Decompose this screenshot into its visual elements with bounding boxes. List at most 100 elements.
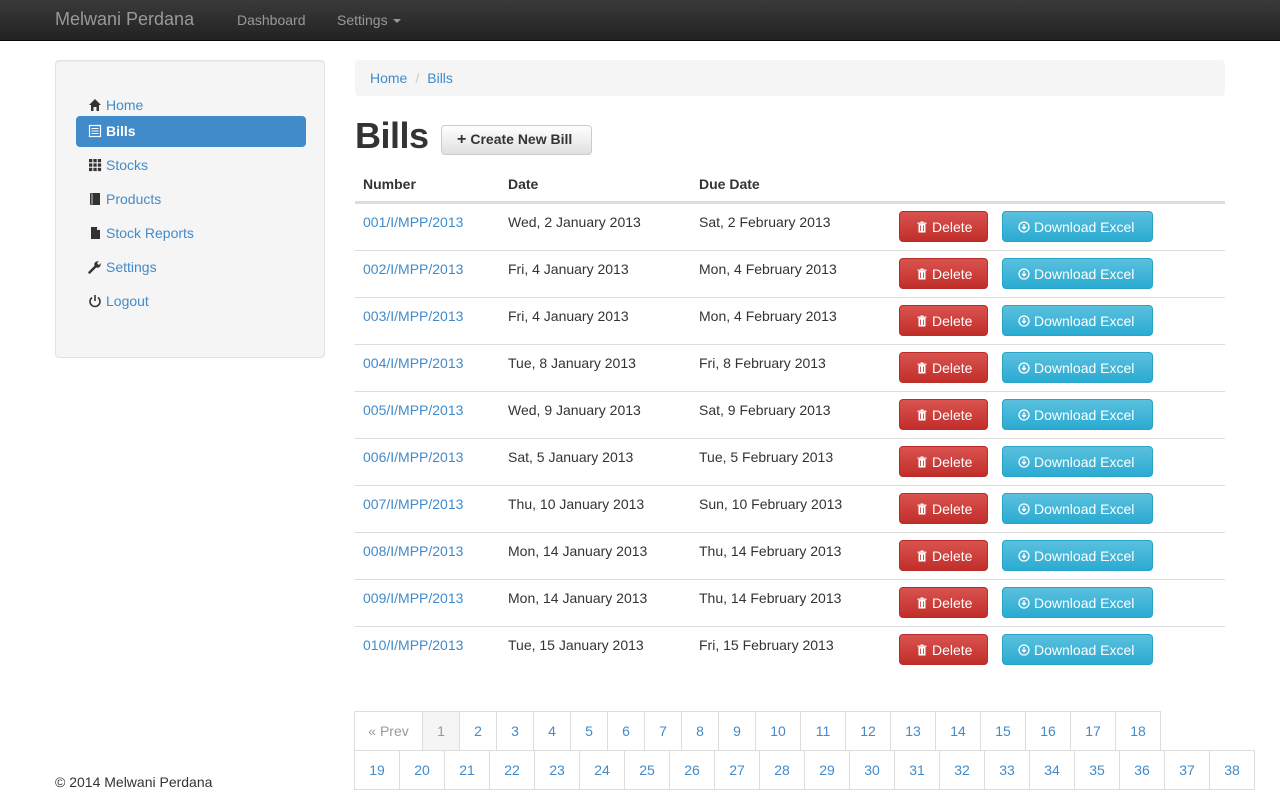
bill-number-link[interactable]: 007/I/MPP/2013 <box>363 496 463 512</box>
nav-settings-dropdown[interactable]: Settings <box>337 12 401 28</box>
pagination-page[interactable]: 17 <box>1070 711 1116 751</box>
breadcrumb-bills[interactable]: Bills <box>427 70 453 86</box>
delete-button[interactable]: Delete <box>899 352 988 383</box>
create-new-bill-label: Create New Bill <box>470 131 573 147</box>
delete-button[interactable]: Delete <box>899 211 988 242</box>
delete-button[interactable]: Delete <box>899 305 988 336</box>
delete-label: Delete <box>932 266 973 282</box>
pagination-page[interactable]: 27 <box>714 750 760 790</box>
pagination-page[interactable]: 24 <box>579 750 625 790</box>
pagination-page[interactable]: 16 <box>1025 711 1071 751</box>
breadcrumb-home[interactable]: Home <box>370 70 407 86</box>
download-circle-icon <box>1018 644 1030 656</box>
power-icon <box>88 294 102 308</box>
pagination-page[interactable]: 34 <box>1029 750 1075 790</box>
delete-button[interactable]: Delete <box>899 446 988 477</box>
page-title: Bills <box>355 115 429 156</box>
table-row: 002/I/MPP/2013 Fri, 4 January 2013 Mon, 4 … <box>355 250 1225 297</box>
pagination-page[interactable]: 1 <box>422 711 460 751</box>
bill-number-link[interactable]: 010/I/MPP/2013 <box>363 637 463 653</box>
trash-icon <box>916 221 928 233</box>
delete-label: Delete <box>932 454 973 470</box>
pagination-page[interactable]: 26 <box>669 750 715 790</box>
pagination-page[interactable]: 33 <box>984 750 1030 790</box>
download-excel-button[interactable]: Download Excel <box>1002 399 1153 430</box>
delete-button[interactable]: Delete <box>899 493 988 524</box>
sidebar-item-bills[interactable]: Bills <box>76 116 306 147</box>
bill-number-link[interactable]: 006/I/MPP/2013 <box>363 449 463 465</box>
download-excel-button[interactable]: Download Excel <box>1002 258 1153 289</box>
table-row: 010/I/MPP/2013 Tue, 15 January 2013 Fri, 1… <box>355 626 1225 673</box>
pagination-page[interactable]: 31 <box>894 750 940 790</box>
pagination-page[interactable]: 37 <box>1164 750 1210 790</box>
pagination-page[interactable]: 28 <box>759 750 805 790</box>
download-excel-button[interactable]: Download Excel <box>1002 446 1153 477</box>
pagination-page[interactable]: 10 <box>755 711 801 751</box>
pagination-page[interactable]: 11 <box>800 711 846 751</box>
sidebar-item-settings[interactable]: Settings <box>76 252 306 283</box>
download-excel-button[interactable]: Download Excel <box>1002 211 1153 242</box>
bill-number-link[interactable]: 009/I/MPP/2013 <box>363 590 463 606</box>
download-excel-button[interactable]: Download Excel <box>1002 634 1153 665</box>
brand-link[interactable]: Melwani Perdana <box>55 9 194 30</box>
download-excel-button[interactable]: Download Excel <box>1002 305 1153 336</box>
trash-icon <box>916 362 928 374</box>
pagination-page[interactable]: 29 <box>804 750 850 790</box>
bill-due-date: Sat, 2 February 2013 <box>699 214 831 230</box>
download-excel-button[interactable]: Download Excel <box>1002 540 1153 571</box>
sidebar-item-label: Bills <box>106 123 136 139</box>
download-excel-label: Download Excel <box>1034 501 1135 517</box>
bill-number-link[interactable]: 003/I/MPP/2013 <box>363 308 463 324</box>
sidebar-item-logout[interactable]: Logout <box>76 286 306 317</box>
pagination-page[interactable]: 14 <box>935 711 981 751</box>
pagination-page[interactable]: 22 <box>489 750 535 790</box>
delete-button[interactable]: Delete <box>899 634 988 665</box>
column-header-date: Date <box>508 176 539 192</box>
download-excel-button[interactable]: Download Excel <box>1002 493 1153 524</box>
pagination-page[interactable]: 20 <box>399 750 445 790</box>
pagination-page[interactable]: 32 <box>939 750 985 790</box>
download-excel-button[interactable]: Download Excel <box>1002 352 1153 383</box>
pagination-page[interactable]: 8 <box>681 711 719 751</box>
sidebar-item-stock-reports[interactable]: Stock Reports <box>76 218 306 249</box>
delete-button[interactable]: Delete <box>899 399 988 430</box>
sidebar-item-products[interactable]: Products <box>76 184 306 215</box>
bill-date: Wed, 9 January 2013 <box>508 402 641 418</box>
table-row: 009/I/MPP/2013 Mon, 14 January 2013 Thu, 1… <box>355 579 1225 626</box>
nav-dashboard[interactable]: Dashboard <box>237 12 306 28</box>
pagination-page[interactable]: 25 <box>624 750 670 790</box>
pagination-page[interactable]: 3 <box>496 711 534 751</box>
pagination-page[interactable]: 23 <box>534 750 580 790</box>
pagination-page[interactable]: 19 <box>354 750 400 790</box>
sidebar-item-label: Stocks <box>106 157 149 173</box>
delete-button[interactable]: Delete <box>899 587 988 618</box>
pagination-page[interactable]: 6 <box>607 711 645 751</box>
pagination-prev[interactable]: « Prev <box>354 711 423 751</box>
pagination-page[interactable]: 35 <box>1074 750 1120 790</box>
pagination-page[interactable]: 13 <box>890 711 936 751</box>
pagination-page[interactable]: 2 <box>459 711 497 751</box>
bill-number-link[interactable]: 005/I/MPP/2013 <box>363 402 463 418</box>
pagination-page[interactable]: 7 <box>644 711 682 751</box>
pagination-page[interactable]: 21 <box>444 750 490 790</box>
pagination-page[interactable]: 30 <box>849 750 895 790</box>
pagination-page[interactable]: 4 <box>533 711 571 751</box>
pagination-page[interactable]: 9 <box>718 711 756 751</box>
bill-due-date: Tue, 5 February 2013 <box>699 449 834 465</box>
download-excel-button[interactable]: Download Excel <box>1002 587 1153 618</box>
pagination-page[interactable]: 5 <box>570 711 608 751</box>
pagination-page[interactable]: 36 <box>1119 750 1165 790</box>
bill-number-link[interactable]: 002/I/MPP/2013 <box>363 261 463 277</box>
bill-number-link[interactable]: 001/I/MPP/2013 <box>363 214 463 230</box>
pagination-page[interactable]: 18 <box>1115 711 1161 751</box>
delete-button[interactable]: Delete <box>899 258 988 289</box>
delete-button[interactable]: Delete <box>899 540 988 571</box>
bill-number-link[interactable]: 004/I/MPP/2013 <box>363 355 463 371</box>
create-new-bill-button[interactable]: + Create New Bill <box>441 125 592 155</box>
download-circle-icon <box>1018 315 1030 327</box>
pagination-page[interactable]: 15 <box>980 711 1026 751</box>
pagination-page[interactable]: 12 <box>845 711 891 751</box>
bill-number-link[interactable]: 008/I/MPP/2013 <box>363 543 463 559</box>
pagination-page[interactable]: 38 <box>1209 750 1255 790</box>
sidebar-item-stocks[interactable]: Stocks <box>76 150 306 181</box>
